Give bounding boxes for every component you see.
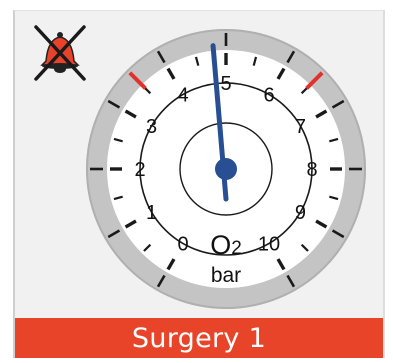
scale-label: 3 [146, 116, 157, 138]
scale-label: 1 [146, 202, 157, 224]
room-label: Surgery 1 [131, 323, 267, 354]
unit-label: bar [211, 264, 241, 287]
scale-label: 4 [177, 85, 188, 107]
gas-monitor-panel: 0 1 2 3 4 5 6 7 8 9 10 O2 bar Surgery 1 [13, 10, 385, 358]
scale-label: 10 [258, 233, 280, 255]
scale-label: 7 [295, 116, 306, 138]
alarm-bell-muted-icon[interactable] [28, 21, 92, 85]
scale-label: 0 [177, 233, 188, 255]
scale-label: 5 [220, 73, 231, 95]
scale-label: 6 [263, 85, 274, 107]
scale-label: 2 [134, 159, 145, 181]
needle-hub [215, 158, 237, 180]
scale-label: 8 [306, 159, 317, 181]
room-banner: Surgery 1 [15, 318, 383, 358]
scale-label: 9 [295, 202, 306, 224]
oxygen-pressure-gauge: 012345678910 O2 bar [86, 29, 366, 309]
